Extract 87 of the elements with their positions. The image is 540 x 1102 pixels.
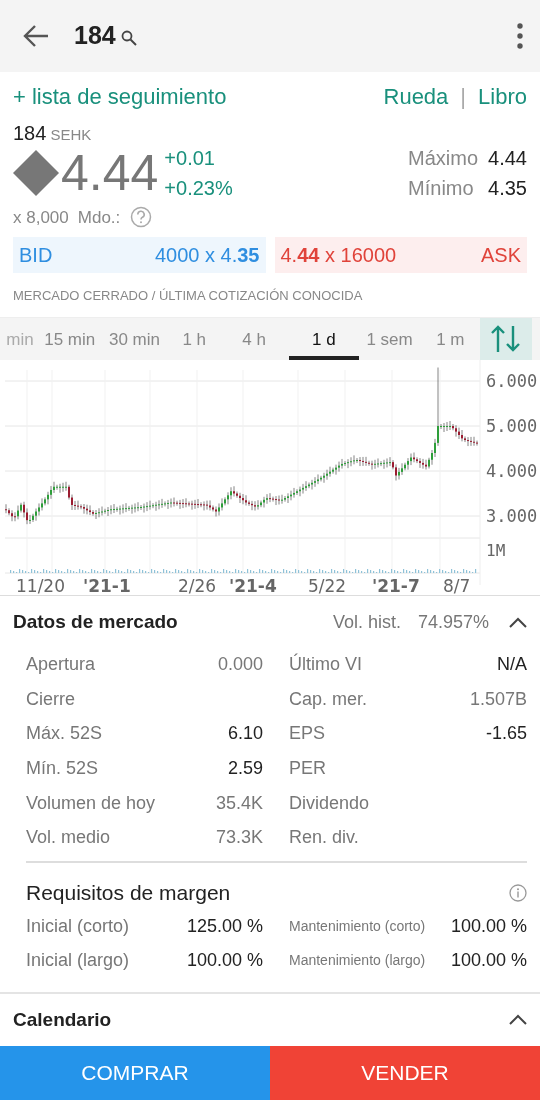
date-axis-label: 11/20 <box>16 576 65 595</box>
timeframe-tab[interactable]: 15 min <box>39 318 100 361</box>
data-label: PER <box>289 756 326 780</box>
data-value: -1.65 <box>485 722 527 746</box>
ask-label: ASK <box>480 243 521 269</box>
collapse-icon[interactable] <box>509 1013 527 1026</box>
timeframe-tab[interactable]: 1 d <box>288 318 359 361</box>
data-label: Máx. 52S <box>26 722 103 746</box>
exchange: SEHK <box>50 124 92 145</box>
sell-button[interactable]: VENDER <box>270 1045 540 1100</box>
sort-toggle-button[interactable] <box>480 318 532 361</box>
ask-panel[interactable]: 4.44 x 16000 ASK <box>274 237 527 273</box>
date-axis-label: '21-4 <box>229 576 277 595</box>
margin-value: 100.00 % <box>450 949 527 973</box>
margin-label: Mantenimiento (largo) <box>289 951 426 971</box>
bid-label: BID <box>19 243 53 269</box>
low-label: Mínimo <box>408 175 475 201</box>
timeframe-tab[interactable]: 1 sem <box>358 318 421 361</box>
margin-value: 125.00 % <box>186 914 263 938</box>
margin-value: 100.00 % <box>186 949 263 973</box>
timeframe-tab[interactable]: 1 m <box>420 318 481 361</box>
data-value: 2.59 <box>227 756 263 780</box>
date-axis-label: '21-1 <box>83 576 131 595</box>
date-axis-label: 5/22 <box>308 576 347 595</box>
data-value: 0.000 <box>217 653 263 677</box>
data-label: EPS <box>289 722 326 746</box>
data-label: Vol. medio <box>26 826 111 850</box>
data-label: Cap. mer. <box>289 687 368 711</box>
timeframe-tab[interactable]: 30 min <box>99 318 170 361</box>
price-axis-label: 5.000 <box>486 416 538 437</box>
data-value: 6.10 <box>227 722 263 746</box>
market-status: MERCADO CERRADO / ÚLTIMA COTIZACIÓN CONOCIDA <box>13 287 363 306</box>
timeframe-tab[interactable]: 1 h <box>169 318 220 361</box>
low-value: 4.35 <box>488 175 527 201</box>
search-icon[interactable] <box>120 30 137 46</box>
market-label: Mdo.: <box>77 206 121 229</box>
bid-panel[interactable]: BID 4000 x 4.35 <box>13 237 266 273</box>
data-label: Apertura <box>26 653 96 677</box>
margin-label: Inicial (corto) <box>26 914 130 938</box>
margin-value: 100.00 % <box>450 914 527 938</box>
timeframe-tab[interactable]: min <box>0 318 40 361</box>
bid-value: 4000 x 4.35 <box>154 243 260 269</box>
data-label: Dividendo <box>289 791 370 815</box>
date-axis-label: 2/26 <box>178 576 217 595</box>
price-chart[interactable]: 6.000 5.000 4.000 3.000 1M 11/20 '21-1 2/26 '21-4 5/22 '21-7 8/7 <box>0 360 540 596</box>
high-label: Máximo <box>408 145 479 171</box>
data-label: Último VI <box>289 652 362 677</box>
watchlist-link[interactable]: + lista de seguimiento <box>13 79 227 113</box>
timeframe-tab[interactable]: 4 h <box>219 318 289 361</box>
hist-vol-value: 74.957% <box>417 611 489 635</box>
data-value: N/A <box>497 653 527 677</box>
data-value: 1.507B <box>469 687 527 711</box>
book-link[interactable]: Libro <box>478 79 527 113</box>
link-separator: | <box>460 82 467 111</box>
subsection-title: Requisitos de margen <box>26 880 231 907</box>
high-value: 4.44 <box>488 145 527 171</box>
date-axis-label: '21-7 <box>372 576 420 595</box>
size-text: x 8,000 <box>13 206 69 229</box>
date-axis-label: 8/7 <box>443 576 471 595</box>
ask-value: 4.44 x 16000 <box>280 243 397 269</box>
symbol: 184 <box>13 120 47 146</box>
data-label: Volumen de hoy <box>26 791 156 815</box>
data-value: 35.4K <box>215 791 263 815</box>
collapse-icon[interactable] <box>509 616 527 629</box>
price-axis-label: 4.000 <box>486 461 538 482</box>
back-icon[interactable] <box>22 24 50 48</box>
buy-button[interactable]: COMPRAR <box>0 1045 270 1100</box>
margin-label: Mantenimiento (corto) <box>289 916 426 936</box>
info-icon[interactable] <box>509 883 527 902</box>
wheel-link[interactable]: Rueda <box>383 79 449 113</box>
section-title: Calendario <box>13 1007 112 1032</box>
price-change-percent: +0.23% <box>164 175 233 201</box>
diamond-icon <box>13 149 59 196</box>
data-label: Cierre <box>26 687 75 711</box>
price-change: +0.01 <box>164 145 216 171</box>
volume-axis-label: 1M <box>486 541 506 561</box>
price-axis-label: 3.000 <box>486 506 538 527</box>
data-label: Mín. 52S <box>26 756 99 780</box>
data-value: 73.3K <box>215 826 263 850</box>
margin-label: Inicial (largo) <box>26 949 130 973</box>
data-label: Ren. div. <box>289 826 359 850</box>
hist-vol-label: Vol. hist. <box>332 611 401 635</box>
section-title: Datos de mercado <box>13 610 178 635</box>
more-icon[interactable] <box>516 23 524 49</box>
page-title: 184 <box>74 20 116 52</box>
price-axis-label: 6.000 <box>486 371 538 392</box>
last-price: 4.44 <box>61 147 159 198</box>
